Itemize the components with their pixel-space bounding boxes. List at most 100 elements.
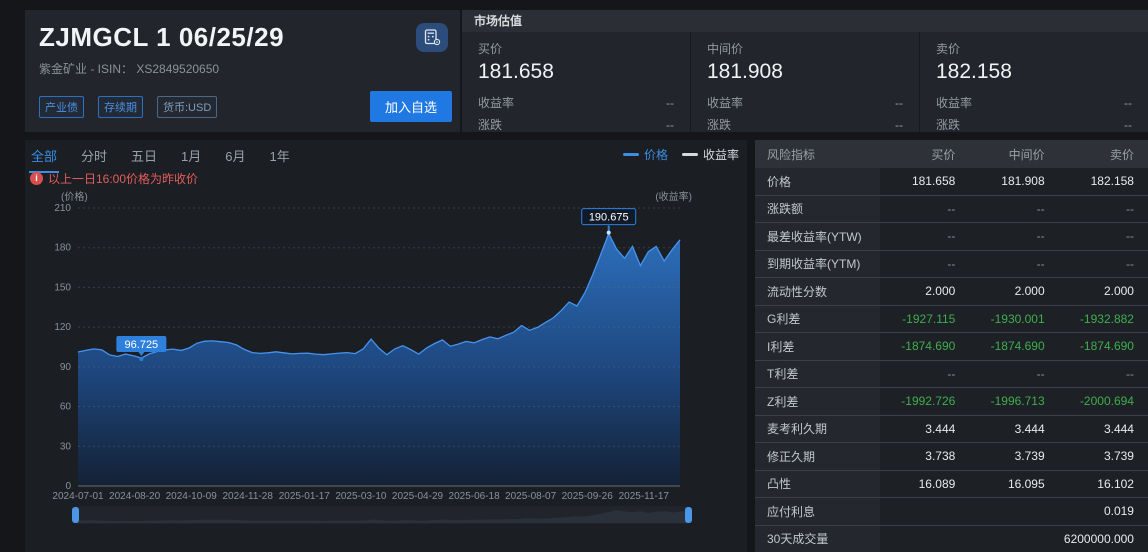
row-value: 181.658 [880, 168, 969, 195]
risk-indicators-table: 风险指标买价中间价卖价价格181.658181.908182.158涨跌额---… [755, 140, 1148, 552]
svg-text:(收益率): (收益率) [655, 190, 692, 203]
row-label: T利差 [755, 361, 880, 388]
row-value: -1874.690 [1059, 333, 1148, 360]
row-value: 3.444 [969, 416, 1058, 443]
row-value: 16.095 [969, 471, 1058, 498]
row-value: 182.158 [1059, 168, 1148, 195]
risk-col-header: 中间价 [969, 146, 1058, 163]
slider-handle-left[interactable] [72, 507, 79, 523]
valuation-columns: 买价181.658收益率--涨跌--中间价181.908收益率--涨跌--卖价1… [462, 32, 1148, 132]
row-label: I利差 [755, 333, 880, 360]
table-row: 价格181.658181.908182.158 [755, 168, 1148, 195]
tab-6month[interactable]: 6月 [223, 146, 247, 173]
slider-minimap [75, 506, 689, 524]
row-value: -2000.694 [1059, 388, 1148, 415]
svg-text:2024-11-28: 2024-11-28 [222, 491, 273, 502]
slider-handle-right[interactable] [685, 507, 692, 523]
table-row: G利差-1927.115-1930.001-1932.882 [755, 305, 1148, 333]
notice-text: 以上一日16:00价格为昨收价 [48, 170, 198, 187]
row-value: -1874.690 [880, 333, 969, 360]
table-row: 应付利息 0.019 [755, 497, 1148, 525]
row-label: 应付利息 [755, 498, 880, 525]
valuation-price: 182.158 [936, 60, 1132, 84]
svg-text:190.675: 190.675 [589, 212, 629, 224]
table-row: 凸性16.08916.09516.102 [755, 470, 1148, 498]
row-value: -- [969, 251, 1058, 278]
row-value: 3.444 [1059, 416, 1148, 443]
svg-text:2025-04-29: 2025-04-29 [392, 491, 444, 502]
row-label: 到期收益率(YTM) [755, 251, 880, 278]
change-label: 涨跌 [936, 114, 960, 136]
row-label: 涨跌额 [755, 196, 880, 223]
top-header: ZJMGCL 1 06/25/29 紫金矿业 - ISIN： XS2849520… [25, 10, 1148, 132]
bond-tags: 产业债存续期货币:USD [39, 96, 217, 118]
yield-value: -- [666, 92, 674, 114]
yield-label: 收益率 [707, 92, 743, 114]
valuation-col-ask: 卖价182.158收益率--涨跌-- [919, 32, 1148, 132]
row-label: 流动性分数 [755, 278, 880, 305]
tag-duration-status: 存续期 [98, 96, 143, 118]
legend-item-price[interactable]: 价格 [623, 146, 668, 163]
row-value: -- [880, 196, 969, 223]
row-value: -- [880, 223, 969, 250]
bond-subtitle: 紫金矿业 - ISIN： XS2849520650 [39, 60, 446, 77]
row-label: 麦考利久期 [755, 416, 880, 443]
calculator-button[interactable] [416, 23, 448, 52]
valuation-col-label: 卖价 [936, 40, 1132, 57]
yield-value: -- [895, 92, 903, 114]
risk-table-header: 风险指标买价中间价卖价 [755, 140, 1148, 168]
market-valuation-panel: 市场估值 买价181.658收益率--涨跌--中间价181.908收益率--涨跌… [462, 10, 1148, 132]
risk-col-header: 买价 [880, 146, 969, 163]
row-value: 2.000 [1059, 278, 1148, 305]
row-value: 6200000.000 [1059, 526, 1148, 552]
bond-detail-page: ZJMGCL 1 06/25/29 紫金矿业 - ISIN： XS2849520… [0, 0, 1148, 552]
row-value: -- [1059, 251, 1148, 278]
svg-text:2025-11-17: 2025-11-17 [619, 491, 670, 502]
change-label: 涨跌 [707, 114, 731, 136]
row-value: -- [1059, 361, 1148, 388]
row-value: 2.000 [880, 278, 969, 305]
chart-toolbar: 全部分时五日1月6月1年 价格收益率 [25, 140, 747, 168]
row-value: -- [969, 196, 1058, 223]
svg-text:2024-08-20: 2024-08-20 [109, 491, 161, 502]
add-watchlist-button[interactable]: 加入自选 [370, 91, 452, 122]
chart-panel: 全部分时五日1月6月1年 价格收益率 i 以上一日16:00价格为昨收价 030… [25, 140, 747, 552]
tab-1year[interactable]: 1年 [268, 146, 292, 173]
svg-text:96.725: 96.725 [125, 339, 159, 351]
risk-col-header: 卖价 [1059, 146, 1148, 163]
row-value [880, 498, 969, 525]
table-row: 麦考利久期3.4443.4443.444 [755, 415, 1148, 443]
svg-text:2025-08-07: 2025-08-07 [505, 491, 557, 502]
table-row: T利差------ [755, 360, 1148, 388]
calculator-settings-icon [424, 29, 441, 46]
valuation-price: 181.658 [478, 60, 674, 84]
valuation-col-mid: 中间价181.908收益率--涨跌-- [690, 32, 919, 132]
row-value: -1996.713 [969, 388, 1058, 415]
row-value: -1874.690 [969, 333, 1058, 360]
tag-industrial-bond: 产业债 [39, 96, 84, 118]
row-value: -- [880, 251, 969, 278]
row-label: 凸性 [755, 471, 880, 498]
svg-text:2025-01-17: 2025-01-17 [279, 491, 331, 502]
row-value: -1932.882 [1059, 306, 1148, 333]
table-row: I利差-1874.690-1874.690-1874.690 [755, 332, 1148, 360]
legend-item-yield[interactable]: 收益率 [682, 146, 739, 163]
price-area-chart[interactable]: 03060901201501802102024-07-012024-08-202… [25, 188, 747, 504]
table-row: 最差收益率(YTW)------ [755, 222, 1148, 250]
legend-label: 收益率 [703, 146, 739, 163]
valuation-yield-row: 收益率-- [478, 92, 674, 114]
yield-swatch [682, 153, 698, 156]
change-label: 涨跌 [478, 114, 502, 136]
row-value: 3.739 [969, 443, 1058, 470]
row-label: Z利差 [755, 388, 880, 415]
range-slider[interactable] [75, 506, 689, 524]
row-value: -- [1059, 196, 1148, 223]
row-value: 0.019 [1059, 498, 1148, 525]
row-value: -1930.001 [969, 306, 1058, 333]
svg-text:90: 90 [60, 362, 72, 373]
row-label: 最差收益率(YTW) [755, 223, 880, 250]
yield-value: -- [1124, 92, 1132, 114]
row-value [969, 526, 1058, 552]
row-value: 3.738 [880, 443, 969, 470]
tag-currency-usd: 货币:USD [157, 96, 217, 118]
